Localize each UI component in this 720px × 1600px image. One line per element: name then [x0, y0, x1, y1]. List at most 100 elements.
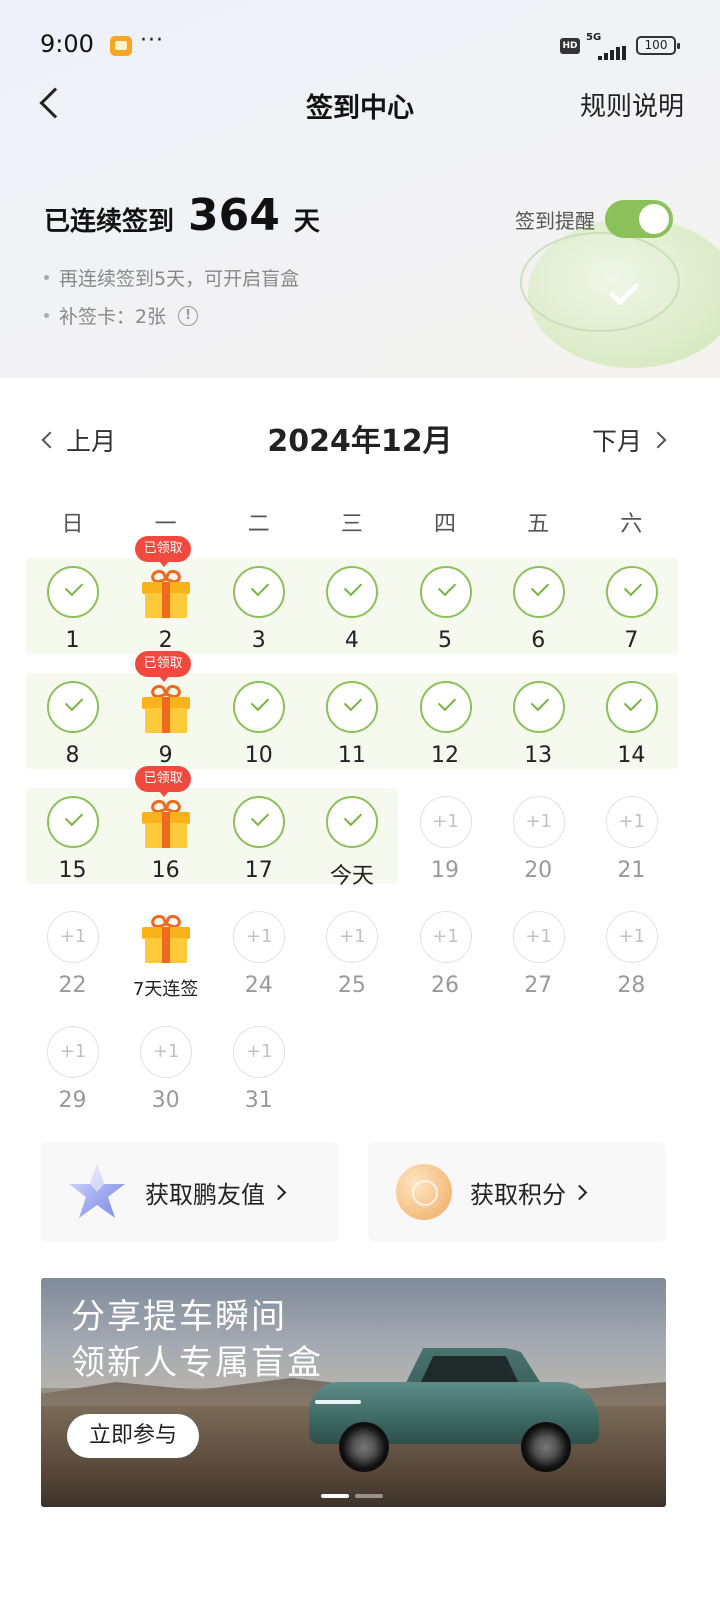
- blindbox-hint: 再连续签到5天，可开启盲盒: [44, 264, 299, 291]
- claimed-badge: 已领取: [135, 651, 192, 682]
- info-icon[interactable]: !: [178, 305, 199, 326]
- join-now-button[interactable]: 立即参与: [67, 1414, 199, 1458]
- plus-one-badge: +1: [419, 796, 472, 848]
- calendar-day[interactable]: 5: [399, 566, 492, 670]
- calendar-day[interactable]: +1 26: [399, 911, 492, 1015]
- calendar-day[interactable]: 14: [585, 681, 678, 785]
- calendar-day[interactable]: 11: [305, 681, 398, 785]
- chevron-right-icon: [270, 1184, 287, 1200]
- day-label: 14: [617, 743, 646, 768]
- plus-one-badge: +1: [47, 911, 99, 963]
- day-label: 27: [524, 973, 553, 998]
- day-label: 12: [431, 743, 460, 768]
- check-icon: [326, 566, 379, 618]
- day-label: 22: [58, 973, 87, 998]
- gift-ribbon: [162, 582, 171, 618]
- banner-line-1: 分享提车瞬间: [71, 1297, 287, 1337]
- plus-one-badge: +1: [605, 911, 658, 963]
- check-icon: [47, 796, 99, 848]
- gift-box-icon: [142, 797, 191, 848]
- get-points-label: 获取积分: [470, 1175, 588, 1210]
- calendar-day[interactable]: 15: [26, 796, 119, 900]
- day-label: 26: [431, 973, 460, 998]
- promo-banner[interactable]: 分享提车瞬间 领新人专属盲盒 立即参与: [41, 1278, 666, 1507]
- calendar-day[interactable]: 3: [212, 566, 305, 670]
- calendar-day[interactable]: 10: [212, 681, 305, 785]
- calendar-day[interactable]: +1 24: [212, 911, 305, 1015]
- day-label: 25: [337, 973, 366, 998]
- weekday-label: 三: [340, 512, 363, 537]
- check-icon: [233, 796, 286, 848]
- calendar-day[interactable]: +1 22: [26, 911, 119, 1015]
- weekday-header: 日 一 二 三 四 五 六: [26, 506, 678, 538]
- check-icon: [512, 566, 565, 618]
- calendar-day[interactable]: 1: [26, 566, 119, 670]
- plus-one-badge: +1: [233, 911, 286, 963]
- calendar-day[interactable]: +1 19: [399, 796, 492, 900]
- battery-icon: 100: [636, 36, 680, 55]
- get-points-card[interactable]: 获取积分: [368, 1142, 666, 1242]
- chevron-right-icon: [571, 1184, 588, 1200]
- day-label: 29: [58, 1088, 87, 1113]
- weekday-label: 一: [154, 512, 177, 537]
- plus-one-badge: +1: [47, 1026, 99, 1078]
- bullet-icon: [44, 313, 49, 318]
- signal-icon: [588, 46, 626, 60]
- carousel-dot-active: [321, 1494, 349, 1498]
- calendar-day[interactable]: 7: [585, 566, 678, 670]
- status-bar: 9:00 ··· HD 5G 100: [0, 28, 720, 64]
- calendar-day[interactable]: +1 29: [26, 1026, 119, 1130]
- calendar-day[interactable]: +1 28: [585, 911, 678, 1015]
- calendar-day[interactable]: 7天连签: [119, 911, 212, 1015]
- calendar-day[interactable]: +1 25: [305, 911, 398, 1015]
- calendar-day[interactable]: 8: [26, 681, 119, 785]
- calendar-day[interactable]: 6: [492, 566, 585, 670]
- coin-icon: [396, 1164, 452, 1220]
- rules-link[interactable]: 规则说明: [580, 86, 684, 123]
- next-month-label: 下月: [591, 427, 642, 456]
- bullet-icon: [44, 275, 49, 280]
- next-month-button[interactable]: 下月: [591, 422, 667, 458]
- plus-one-badge: +1: [233, 1026, 286, 1078]
- day-label: 24: [244, 973, 273, 998]
- check-icon: [605, 681, 658, 733]
- friend-value-text: 获取鹏友值: [145, 1180, 265, 1209]
- calendar-day[interactable]: 已领取 16: [119, 766, 212, 900]
- check-icon: [47, 681, 99, 733]
- calendar-day[interactable]: +1 30: [119, 1026, 212, 1130]
- day-label: 13: [524, 743, 553, 768]
- reminder-toggle[interactable]: [605, 200, 673, 238]
- gift-ribbon: [162, 812, 171, 848]
- calendar-day[interactable]: 12: [399, 681, 492, 785]
- calendar-day[interactable]: +1 21: [585, 796, 678, 900]
- weekday-label: 日: [61, 512, 84, 537]
- calendar-day[interactable]: 13: [492, 681, 585, 785]
- calendar-day[interactable]: 17: [212, 796, 305, 900]
- message-notification-icon: [110, 36, 132, 56]
- car-image: [309, 1344, 609, 1474]
- calendar-day[interactable]: 今天: [305, 796, 398, 900]
- chevron-right-icon: [649, 431, 667, 449]
- calendar-day[interactable]: +1 31: [212, 1026, 305, 1130]
- gift-ribbon: [162, 697, 171, 733]
- day-label: 4: [344, 628, 359, 653]
- get-friend-value-card[interactable]: 获取鹏友值: [41, 1142, 339, 1242]
- gift-box-icon: [142, 912, 191, 963]
- calendar-day[interactable]: 4: [305, 566, 398, 670]
- plus-one-badge: +1: [512, 796, 565, 848]
- calendar-day[interactable]: +1 27: [492, 911, 585, 1015]
- carousel-dot: [355, 1494, 383, 1498]
- day-label: 16: [151, 858, 180, 883]
- day-label: 9: [158, 743, 173, 768]
- reminder-label: 签到提醒: [515, 208, 595, 233]
- weekday-label: 四: [434, 512, 457, 537]
- hd-icon: HD: [560, 38, 580, 54]
- check-icon: [326, 796, 379, 848]
- banner-line-2: 领新人专属盲盒: [71, 1343, 323, 1383]
- day-label: 20: [524, 858, 553, 883]
- check-icon: [233, 566, 286, 618]
- day-label: 7: [624, 628, 639, 653]
- check-icon: [419, 681, 472, 733]
- calendar-day[interactable]: +1 20: [492, 796, 585, 900]
- car-headlight: [315, 1400, 361, 1404]
